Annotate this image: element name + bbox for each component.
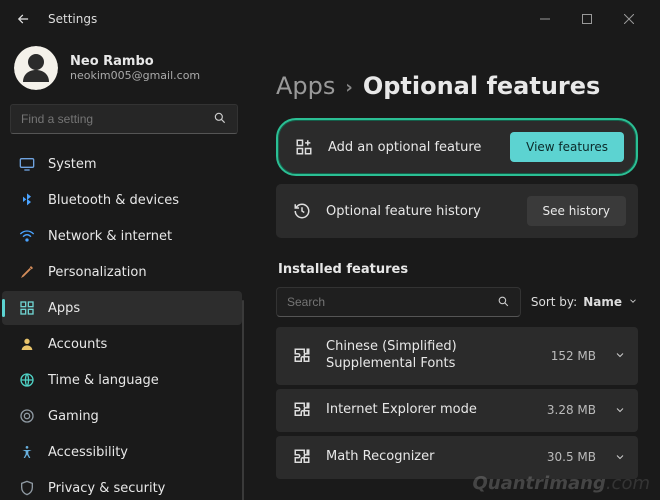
gaming-icon (18, 407, 36, 425)
maximize-button[interactable] (566, 4, 608, 34)
view-features-button[interactable]: View features (510, 132, 624, 162)
puzzle-icon (292, 347, 312, 365)
search-icon (497, 293, 510, 312)
nav-label: Time & language (48, 373, 159, 388)
see-history-button[interactable]: See history (527, 196, 626, 226)
nav-label: System (48, 157, 96, 172)
minimize-button[interactable] (524, 4, 566, 34)
nav-personalization[interactable]: Personalization (2, 255, 242, 289)
chevron-down-icon (614, 401, 626, 420)
sidebar: Neo Rambo neokim005@gmail.com System (0, 38, 248, 500)
wifi-icon (18, 227, 36, 245)
nav-label: Apps (48, 301, 80, 316)
feature-name: Internet Explorer mode (326, 402, 533, 419)
feature-size: 152 MB (551, 349, 596, 363)
nav-network[interactable]: Network & internet (2, 219, 242, 253)
puzzle-icon (292, 401, 312, 419)
sort-by-dropdown[interactable]: Sort by: Name (531, 295, 638, 309)
feature-name: Chinese (Simplified) Supplemental Fonts (326, 339, 537, 373)
page-title: Optional features (363, 72, 601, 100)
sort-by-label: Sort by: (531, 295, 577, 309)
add-feature-icon (294, 138, 314, 156)
chevron-down-icon (614, 346, 626, 365)
installed-search-input[interactable] (287, 295, 497, 309)
user-name: Neo Rambo (70, 54, 200, 69)
nav-apps[interactable]: Apps (2, 291, 242, 325)
find-setting-search[interactable] (10, 104, 238, 134)
history-label: Optional feature history (326, 204, 513, 219)
scrollbar[interactable] (242, 300, 244, 500)
add-feature-label: Add an optional feature (328, 140, 496, 155)
nav-bluetooth[interactable]: Bluetooth & devices (2, 183, 242, 217)
installed-search[interactable] (276, 287, 521, 317)
history-card: Optional feature history See history (276, 184, 638, 238)
nav-label: Accounts (48, 337, 107, 352)
find-setting-input[interactable] (21, 112, 213, 126)
user-email: neokim005@gmail.com (70, 69, 200, 82)
installed-features-heading: Installed features (278, 262, 638, 277)
breadcrumb-parent[interactable]: Apps (276, 72, 335, 100)
close-button[interactable] (608, 4, 650, 34)
avatar (14, 46, 58, 90)
nav-label: Accessibility (48, 445, 128, 460)
nav-privacy[interactable]: Privacy & security (2, 471, 242, 500)
person-icon (18, 335, 36, 353)
shield-icon (18, 479, 36, 497)
nav-label: Network & internet (48, 229, 172, 244)
chevron-down-icon (628, 295, 638, 309)
bluetooth-icon (18, 191, 36, 209)
installed-feature-row[interactable]: Math Recognizer 30.5 MB (276, 436, 638, 479)
breadcrumb: Apps › Optional features (276, 48, 638, 118)
nav-time-language[interactable]: Time & language (2, 363, 242, 397)
nav-list: System Bluetooth & devices Network & int… (0, 142, 248, 500)
nav-system[interactable]: System (2, 147, 242, 181)
nav-label: Personalization (48, 265, 147, 280)
nav-accounts[interactable]: Accounts (2, 327, 242, 361)
history-icon (292, 202, 312, 220)
feature-name: Math Recognizer (326, 449, 533, 466)
nav-label: Gaming (48, 409, 99, 424)
search-icon (213, 110, 227, 129)
add-feature-card: Add an optional feature View features (276, 118, 638, 176)
app-title: Settings (48, 12, 97, 26)
installed-feature-row[interactable]: Internet Explorer mode 3.28 MB (276, 389, 638, 432)
account-profile[interactable]: Neo Rambo neokim005@gmail.com (0, 38, 248, 100)
installed-feature-row[interactable]: Chinese (Simplified) Supplemental Fonts … (276, 327, 638, 385)
nav-accessibility[interactable]: Accessibility (2, 435, 242, 469)
apps-icon (18, 299, 36, 317)
globe-icon (18, 371, 36, 389)
feature-size: 30.5 MB (547, 450, 596, 464)
accessibility-icon (18, 443, 36, 461)
content-pane: Apps › Optional features Add an optional… (248, 38, 660, 500)
back-button[interactable] (10, 5, 38, 33)
nav-gaming[interactable]: Gaming (2, 399, 242, 433)
sort-by-value: Name (583, 295, 622, 309)
puzzle-icon (292, 448, 312, 466)
feature-size: 3.28 MB (547, 403, 596, 417)
nav-label: Bluetooth & devices (48, 193, 179, 208)
chevron-down-icon (614, 448, 626, 467)
chevron-right-icon: › (345, 77, 352, 98)
system-icon (18, 155, 36, 173)
nav-label: Privacy & security (48, 481, 165, 496)
brush-icon (18, 263, 36, 281)
